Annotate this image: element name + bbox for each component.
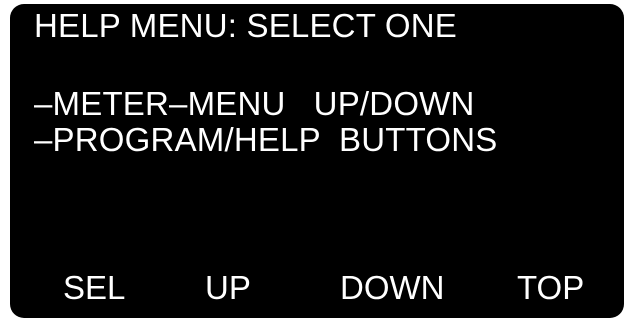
help-menu-title: HELP MENU: SELECT ONE bbox=[34, 7, 457, 44]
help-option-program-help: –PROGRAM/HELP BUTTONS bbox=[34, 121, 498, 158]
help-option-meter-menu: –METER–MENU UP/DOWN bbox=[34, 85, 475, 122]
lcd-display: HELP MENU: SELECT ONE –METER–MENU UP/DOW… bbox=[10, 4, 624, 318]
down-softkey[interactable]: DOWN bbox=[340, 270, 444, 306]
top-softkey[interactable]: TOP bbox=[517, 270, 584, 306]
up-softkey[interactable]: UP bbox=[205, 270, 251, 306]
sel-softkey[interactable]: SEL bbox=[63, 270, 125, 306]
